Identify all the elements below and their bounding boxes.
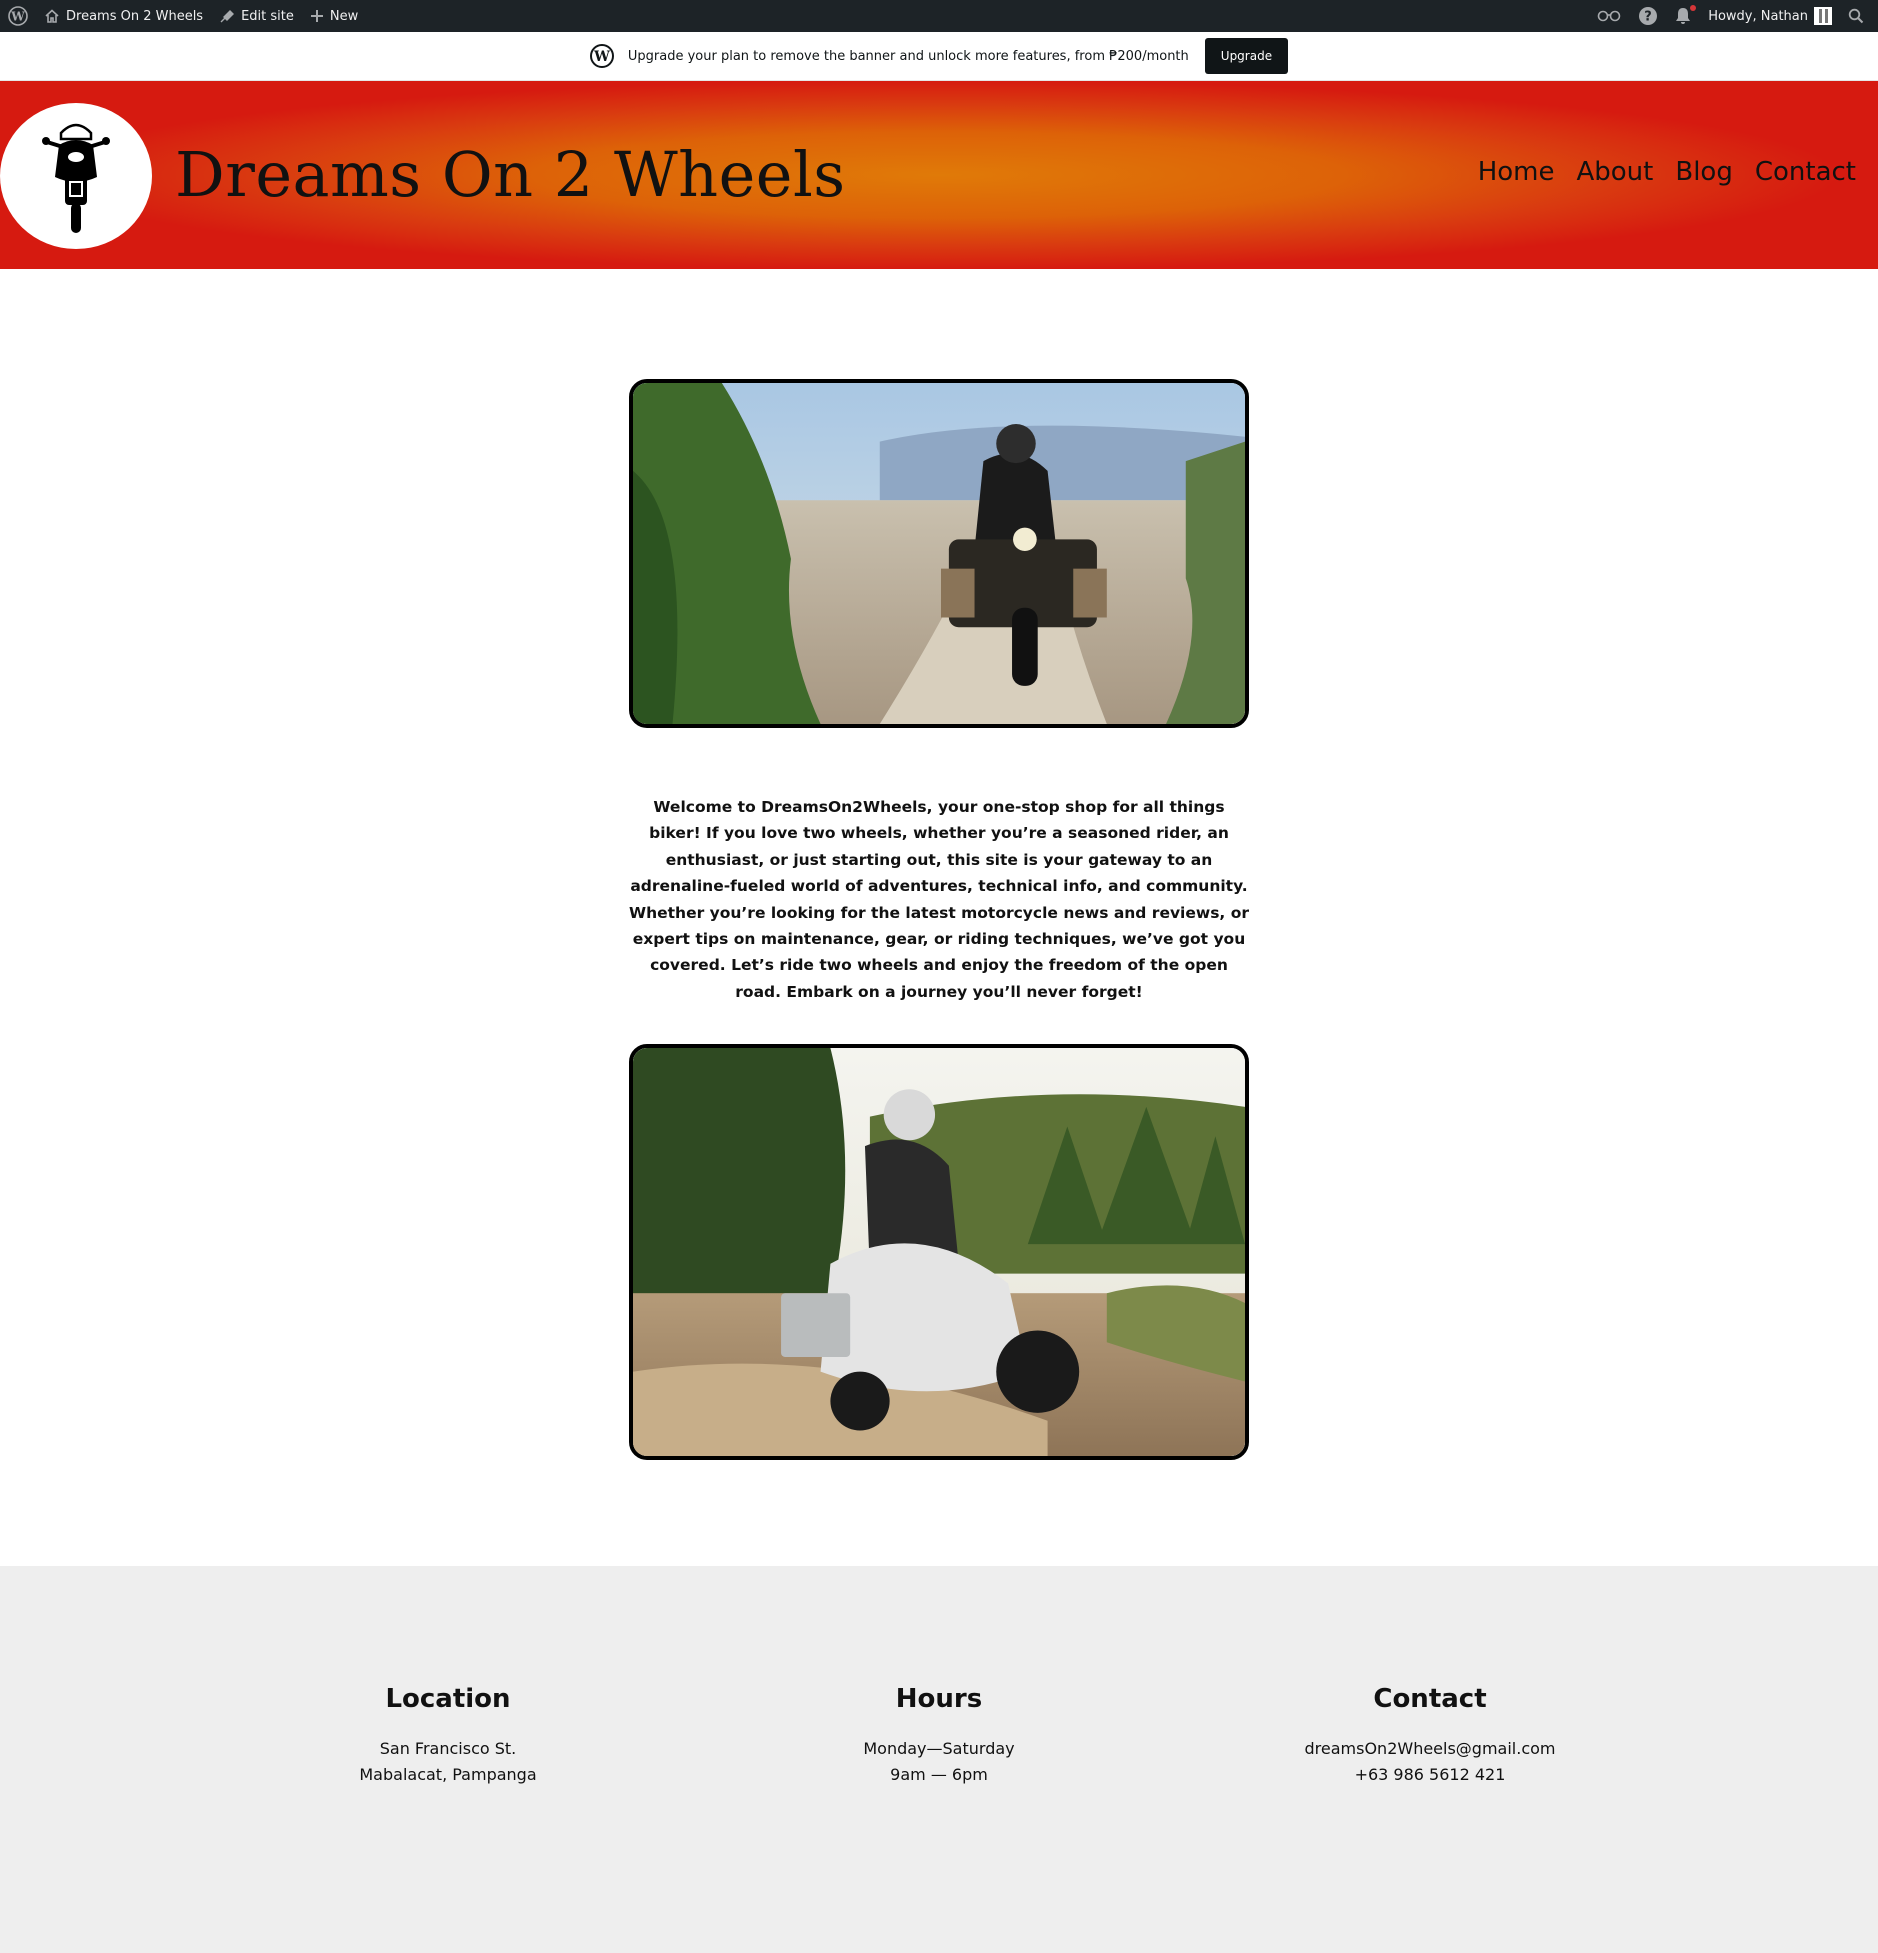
footer-hours-line1: Monday—Saturday: [863, 1739, 1015, 1758]
plus-icon: [310, 10, 323, 22]
wordpress-logo-icon: W: [589, 44, 614, 68]
site-title[interactable]: Dreams On 2 Wheels: [175, 140, 846, 209]
motorcycle-forest-photo: [629, 1044, 1249, 1460]
footer-contact-email[interactable]: dreamsOn2Wheels@gmail.com: [1220, 1736, 1640, 1762]
footer-hours-line2: 9am — 6pm: [890, 1765, 988, 1784]
footer-contact-heading: Contact: [1373, 1684, 1487, 1714]
search-icon[interactable]: [1840, 0, 1872, 32]
footer-contact: Contact dreamsOn2Wheels@gmail.com +63 98…: [1220, 1684, 1640, 1788]
motorcycle-logo-icon: [42, 123, 110, 233]
nav-about[interactable]: About: [1576, 157, 1653, 187]
notifications-bell-icon[interactable]: [1666, 0, 1700, 32]
admin-bar: W Dreams On 2 Wheels Edit site New ? How…: [0, 0, 1878, 32]
svg-text:?: ?: [1644, 10, 1652, 25]
footer-hours-heading: Hours: [895, 1684, 983, 1714]
nav-blog[interactable]: Blog: [1675, 157, 1732, 187]
admin-account-menu[interactable]: Howdy, Nathan: [1700, 0, 1840, 32]
svg-text:W: W: [593, 49, 610, 65]
upgrade-button[interactable]: Upgrade: [1204, 38, 1289, 74]
admin-site-name: Dreams On 2 Wheels: [66, 8, 204, 24]
wordpress-logo-icon[interactable]: W: [0, 0, 36, 32]
footer-location-line1: San Francisco St.: [379, 1739, 517, 1758]
footer-location-heading: Location: [385, 1684, 511, 1714]
admin-edit-site-label: Edit site: [241, 8, 294, 24]
avatar: [1814, 7, 1832, 25]
site-footer: Location San Francisco St. Mabalacat, Pa…: [0, 1566, 1878, 1953]
brush-icon: [220, 10, 235, 23]
upgrade-banner-text: Upgrade your plan to remove the banner a…: [627, 48, 1189, 64]
footer-location-line2: Mabalacat, Pampanga: [359, 1765, 537, 1784]
admin-new-link[interactable]: New: [302, 0, 366, 32]
nav-home[interactable]: Home: [1478, 157, 1555, 187]
admin-site-link[interactable]: Dreams On 2 Wheels: [36, 0, 211, 32]
svg-text:W: W: [10, 10, 25, 24]
help-icon[interactable]: ?: [1630, 0, 1666, 32]
admin-edit-site-link[interactable]: Edit site: [211, 0, 302, 32]
admin-new-label: New: [329, 8, 359, 24]
reader-glasses-icon[interactable]: [1588, 0, 1630, 32]
footer-contact-phone[interactable]: +63 986 5612 421: [1220, 1762, 1640, 1788]
home-icon: [45, 9, 59, 23]
intro-paragraph: Welcome to DreamsOn2Wheels, your one-sto…: [628, 798, 1250, 1001]
main-navigation: Home About Blog Contact: [1478, 157, 1856, 187]
upgrade-banner: W Upgrade your plan to remove the banner…: [0, 32, 1878, 81]
footer-hours: Hours Monday—Saturday 9am — 6pm: [729, 1684, 1149, 1788]
site-header: Dreams On 2 Wheels Home About Blog Conta…: [0, 81, 1878, 269]
motorcycle-desert-photo: [629, 379, 1249, 728]
footer-location: Location San Francisco St. Mabalacat, Pa…: [238, 1684, 658, 1788]
site-logo[interactable]: [0, 103, 152, 249]
howdy-label: Howdy, Nathan: [1708, 8, 1808, 24]
nav-contact[interactable]: Contact: [1755, 157, 1856, 187]
notification-dot: [1690, 5, 1697, 11]
